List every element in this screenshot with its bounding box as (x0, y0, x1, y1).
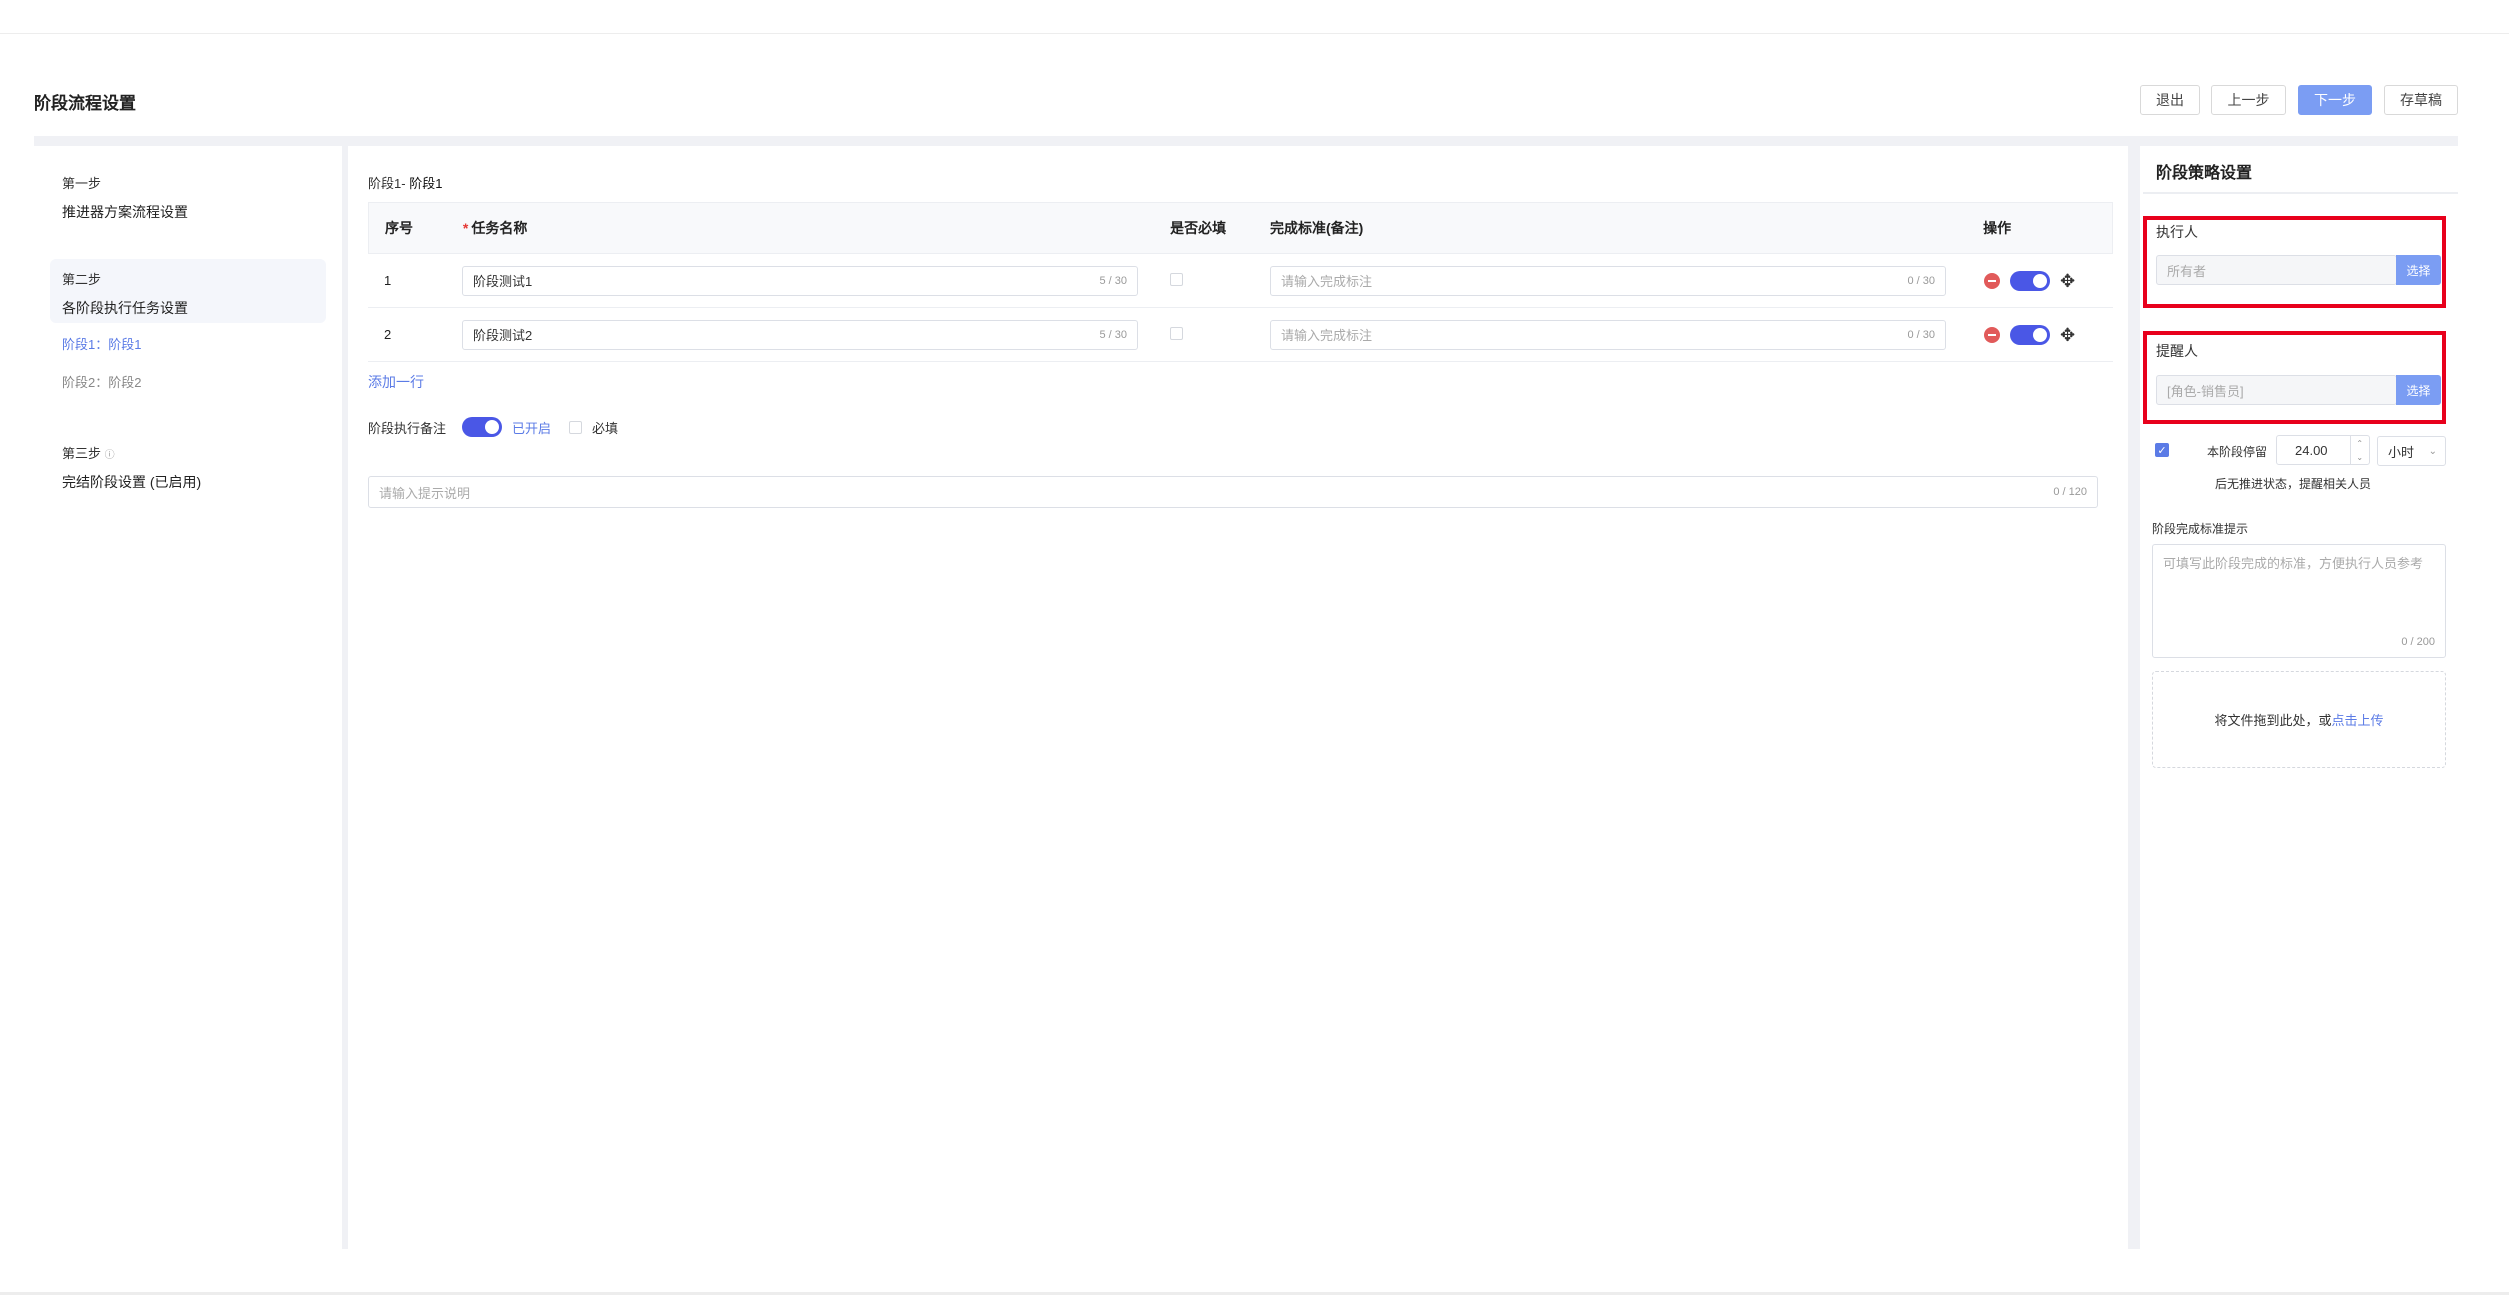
header-task: * 任务名称 (462, 220, 528, 236)
char-count: 0 / 120 (2053, 486, 2087, 498)
note-label: 阶段执行备注 (368, 420, 447, 436)
drag-move-icon[interactable]: ✥ (2060, 326, 2075, 344)
note-required-label: 必填 (592, 420, 619, 436)
question-circle-icon: ⓘ (104, 450, 115, 461)
exit-button[interactable]: 退出 (2140, 85, 2200, 115)
chevron-up-icon[interactable]: ⌃ (2356, 439, 2363, 448)
header-standard: 完成标准(备注) (1269, 220, 1364, 236)
step-label: 第三步 ⓘ (62, 446, 115, 461)
remove-row-icon[interactable] (1984, 326, 2000, 343)
step-label: 第一步 (62, 176, 102, 191)
table-header: 序号 * 任务名称 是否必填 完成标准(备注) 操作 (368, 202, 2113, 254)
reminder-input[interactable]: [角色-销售员] (2156, 375, 2397, 405)
title-underline (2143, 192, 2458, 194)
executor-select-button[interactable]: 选择 (2396, 255, 2441, 285)
prev-button[interactable]: 上一步 (2211, 85, 2286, 115)
standard-input[interactable]: 请输入完成标注 0 / 30 (1270, 319, 1946, 350)
task-name-input[interactable]: 阶段测试1 5 / 30 (462, 265, 1138, 296)
row-seq: 1 (384, 273, 392, 288)
standard-textarea[interactable]: 可填写此阶段完成的标准，方便执行人员参考 0 / 200 (2152, 544, 2446, 658)
char-count: 5 / 30 (1099, 274, 1127, 287)
stage-item-2[interactable]: 阶段2：阶段2 (62, 372, 141, 391)
task-name-input[interactable]: 阶段测试2 5 / 30 (462, 319, 1138, 350)
upload-link[interactable]: 点击上传 (2332, 710, 2384, 729)
step-2[interactable]: 第二步 各阶段执行任务设置 (62, 269, 188, 318)
executor-input[interactable]: 所有者 (2156, 255, 2397, 285)
standard-label: 阶段完成标准提示 (2152, 522, 2249, 536)
char-count: 5 / 30 (1099, 328, 1127, 341)
required-checkbox[interactable] (1170, 272, 1183, 286)
chevron-down-icon[interactable]: ⌄ (2356, 453, 2363, 462)
unit-select[interactable]: 小时 ⌄ (2377, 436, 2446, 466)
note-toggle[interactable] (462, 417, 503, 437)
header-separator (34, 136, 2458, 146)
add-row-link[interactable]: 添加一行 (368, 372, 424, 392)
step-3[interactable]: 第三步 ⓘ 完结阶段设置 (已启用) (62, 443, 201, 492)
reminder-select-button[interactable]: 选择 (2396, 375, 2441, 405)
stay-hint: 后无推进状态，提醒相关人员 (2215, 477, 2372, 491)
stay-number-input[interactable]: 24.00 ⌃ ⌄ (2276, 435, 2370, 465)
step-name: 推进器方案流程设置 (62, 204, 188, 220)
note-required-checkbox[interactable] (569, 420, 583, 434)
header-ops: 操作 (1983, 220, 2012, 236)
chevron-down-icon: ⌄ (2428, 445, 2437, 457)
row-enable-toggle[interactable] (2010, 270, 2050, 291)
required-checkbox[interactable] (1170, 326, 1183, 340)
char-count: 0 / 30 (1907, 274, 1935, 287)
standard-input[interactable]: 请输入完成标注 0 / 30 (1270, 265, 1946, 296)
drag-move-icon[interactable]: ✥ (2060, 272, 2075, 290)
note-input[interactable]: 请输入提示说明 0 / 120 (368, 476, 2098, 508)
stay-label: 本阶段停留 (2207, 445, 2268, 459)
step-name: 完结阶段设置 (已启用) (62, 474, 202, 490)
row-enable-toggle[interactable] (2010, 324, 2050, 345)
stage-title: 阶段1- 阶段1 (368, 176, 443, 191)
panel-divider (2128, 146, 2140, 1249)
remove-row-icon[interactable] (1984, 272, 2000, 289)
note-settings: 阶段执行备注 已开启 必填 (368, 417, 618, 437)
table-row: 1 阶段测试1 5 / 30 请输入完成标注 0 / 30 ✥ (368, 254, 2113, 308)
required-mark: * (462, 220, 469, 236)
strategy-title: 阶段策略设置 (2156, 165, 2253, 182)
upload-dropzone[interactable]: 将文件拖到此处，或 点击上传 (2152, 671, 2446, 768)
table-row: 2 阶段测试2 5 / 30 请输入完成标注 0 / 30 ✥ (368, 308, 2113, 362)
step-name: 各阶段执行任务设置 (62, 300, 188, 316)
panel-divider (342, 146, 348, 1249)
step-1[interactable]: 第一步 推进器方案流程设置 (62, 173, 188, 222)
reminder-label: 提醒人 (2156, 343, 2198, 359)
task-table: 序号 * 任务名称 是否必填 完成标准(备注) 操作 1 阶段测试1 5 / 30 … (368, 202, 2113, 362)
next-button[interactable]: 下一步 (2298, 85, 2372, 115)
executor-label: 执行人 (2156, 224, 2198, 240)
page-title: 阶段流程设置 (34, 94, 136, 113)
top-bar (0, 0, 2509, 34)
header-seq: 序号 (385, 220, 413, 236)
char-count: 0 / 30 (1907, 328, 1935, 341)
save-draft-button[interactable]: 存草稿 (2384, 85, 2458, 115)
header-must: 是否必填 (1170, 220, 1227, 236)
char-count: 0 / 200 (2401, 636, 2435, 648)
stage-item-1[interactable]: 阶段1：阶段1 (62, 334, 141, 353)
stay-checkbox[interactable]: ✓ (2155, 443, 2169, 457)
note-toggle-text: 已开启 (512, 420, 552, 436)
step-label: 第二步 (62, 272, 102, 287)
row-seq: 2 (384, 327, 392, 342)
